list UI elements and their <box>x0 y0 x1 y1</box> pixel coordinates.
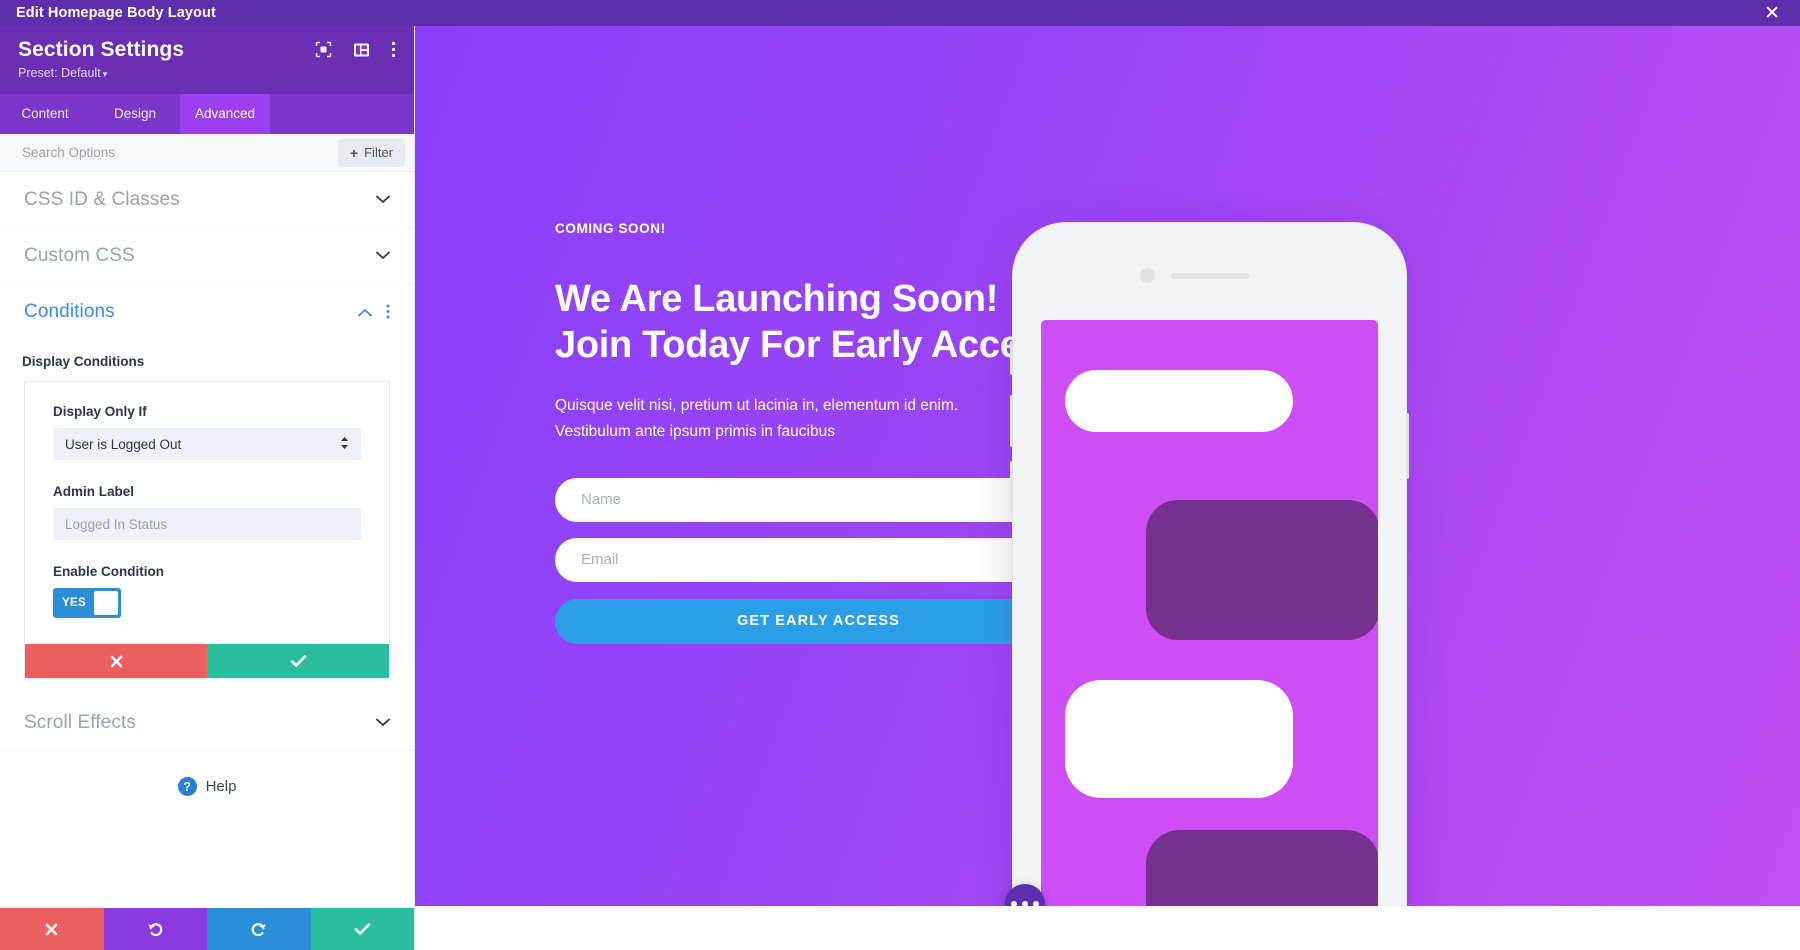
phone-block-4 <box>1146 830 1378 906</box>
display-only-if-label: Display Only If <box>53 404 147 419</box>
tab-content[interactable]: Content <box>0 94 90 134</box>
panel-header-icons <box>315 41 396 63</box>
condition-card: Display Only If User is Logged Out Admin… <box>24 381 390 679</box>
phone-screen <box>1041 320 1378 906</box>
enable-condition-toggle[interactable]: YES <box>53 588 121 618</box>
accordion-controls <box>376 249 390 262</box>
accordion-controls <box>376 193 390 206</box>
tabs-filler <box>270 94 414 134</box>
layout-panel-icon[interactable] <box>353 42 370 63</box>
phone-block-1 <box>1065 370 1293 432</box>
divi-builder-window: Edit Homepage Body Layout ✕ Section Sett… <box>0 0 1800 950</box>
phone-block-3 <box>1065 680 1293 798</box>
admin-label-input[interactable] <box>53 508 361 540</box>
phone-mute-switch <box>1010 341 1013 375</box>
save-button[interactable] <box>310 908 414 950</box>
filter-button[interactable]: + Filter <box>337 138 405 167</box>
redo-button[interactable] <box>207 908 311 950</box>
enable-condition-label: Enable Condition <box>53 564 164 579</box>
accordion-label: CSS ID & Classes <box>24 188 180 210</box>
condition-cancel-button[interactable] <box>25 644 207 678</box>
page-preview-canvas: COMING SOON! We Are Launching Soon! Join… <box>415 26 1800 950</box>
panel-bottom-toolbar <box>0 908 414 950</box>
preset-selector[interactable]: Preset: Default ▾ <box>18 66 184 80</box>
phone-mockup <box>1010 222 1409 906</box>
display-only-if-value: User is Logged Out <box>65 436 182 452</box>
toggle-knob <box>93 591 118 615</box>
help-label: Help <box>205 778 237 795</box>
window-title: Edit Homepage Body Layout <box>16 5 216 21</box>
toggle-state-label: YES <box>62 597 86 609</box>
phone-speaker-icon <box>1170 273 1249 279</box>
phone-block-2 <box>1146 500 1378 640</box>
more-vertical-icon[interactable] <box>391 41 396 63</box>
more-vertical-icon[interactable] <box>386 304 390 321</box>
accordion-label: Scroll Effects <box>24 711 136 733</box>
tab-design[interactable]: Design <box>90 94 180 134</box>
name-input[interactable] <box>555 477 1082 522</box>
hero-headline: We Are Launching Soon! Join Today For Ea… <box>555 276 1085 369</box>
phone-volume-up <box>1010 395 1013 447</box>
phone-volume-down <box>1010 461 1013 513</box>
hero-subtext-line1: Quisque velit nisi, pretium ut lacinia i… <box>555 396 959 414</box>
undo-button[interactable] <box>103 908 207 950</box>
section-settings-panel: Section Settings Preset: Default ▾ Conte… <box>0 26 415 950</box>
panel-body: CSS ID & Classes Custom CSS Conditions D… <box>0 172 414 908</box>
chevron-up-icon[interactable] <box>358 306 372 319</box>
hero-headline-line2: Join Today For Early Access <box>555 324 1063 367</box>
accordion-custom-css[interactable]: Custom CSS <box>0 228 414 284</box>
discard-changes-button[interactable] <box>0 908 104 950</box>
panel-header: Section Settings Preset: Default ▾ <box>0 26 414 94</box>
hero-eyebrow: COMING SOON! <box>555 221 666 236</box>
condition-card-actions <box>25 644 389 678</box>
chevron-down-icon <box>376 193 390 206</box>
chevron-down-icon: ▾ <box>102 69 108 79</box>
window-title-bar: Edit Homepage Body Layout ✕ <box>0 0 1800 26</box>
chevron-updown-icon <box>340 436 349 452</box>
help-button[interactable]: ? Help <box>0 751 414 822</box>
dot-icon <box>1033 901 1039 906</box>
accordion-controls <box>358 304 390 321</box>
condition-confirm-button[interactable] <box>207 644 389 678</box>
conditions-body: Display Conditions Display Only If User … <box>0 340 414 679</box>
panel-title: Section Settings <box>18 38 185 61</box>
search-options-bar: + Filter <box>0 134 414 172</box>
display-only-if-select[interactable]: User is Logged Out <box>53 428 361 460</box>
plus-icon: + <box>349 144 359 161</box>
display-conditions-label: Display Conditions <box>22 354 145 369</box>
chevron-down-icon <box>376 716 390 729</box>
email-input[interactable] <box>555 537 1082 582</box>
accordion-css-id-classes[interactable]: CSS ID & Classes <box>0 172 414 228</box>
hero-subtext: Quisque velit nisi, pretium ut lacinia i… <box>555 393 1085 445</box>
hero-headline-line1: We Are Launching Soon! <box>555 278 999 320</box>
settings-tabs: Content Design Advanced <box>0 94 414 134</box>
hero-subtext-line2: Vestibulum ante ipsum primis in faucibus <box>555 422 835 440</box>
close-icon[interactable]: ✕ <box>1760 4 1784 23</box>
phone-camera-icon <box>1140 268 1155 283</box>
admin-label-label: Admin Label <box>53 484 135 499</box>
hero-section[interactable]: COMING SOON! We Are Launching Soon! Join… <box>415 26 1800 906</box>
filter-label: Filter <box>364 145 393 160</box>
get-early-access-button[interactable]: GET EARLY ACCESS <box>555 598 1082 644</box>
accordion-label: Conditions <box>24 301 115 322</box>
accordion-scroll-effects[interactable]: Scroll Effects <box>0 695 414 751</box>
dot-icon <box>1011 901 1017 906</box>
signup-form: GET EARLY ACCESS <box>555 477 1082 644</box>
hero-content: COMING SOON! We Are Launching Soon! Join… <box>555 221 1085 644</box>
help-question-icon: ? <box>177 777 197 796</box>
phone-power-button <box>1406 413 1409 479</box>
dot-icon <box>1022 901 1028 906</box>
preset-label: Preset: Default <box>18 66 101 80</box>
search-input[interactable] <box>22 145 272 160</box>
accordion-label: Custom CSS <box>24 244 135 266</box>
focus-target-icon[interactable] <box>315 41 332 63</box>
chevron-down-icon <box>376 249 390 262</box>
accordion-controls <box>376 716 390 729</box>
condition-card-fields: Display Only If User is Logged Out Admin… <box>25 382 389 644</box>
accordion-conditions[interactable]: Conditions <box>0 284 414 340</box>
tab-advanced[interactable]: Advanced <box>180 94 270 134</box>
